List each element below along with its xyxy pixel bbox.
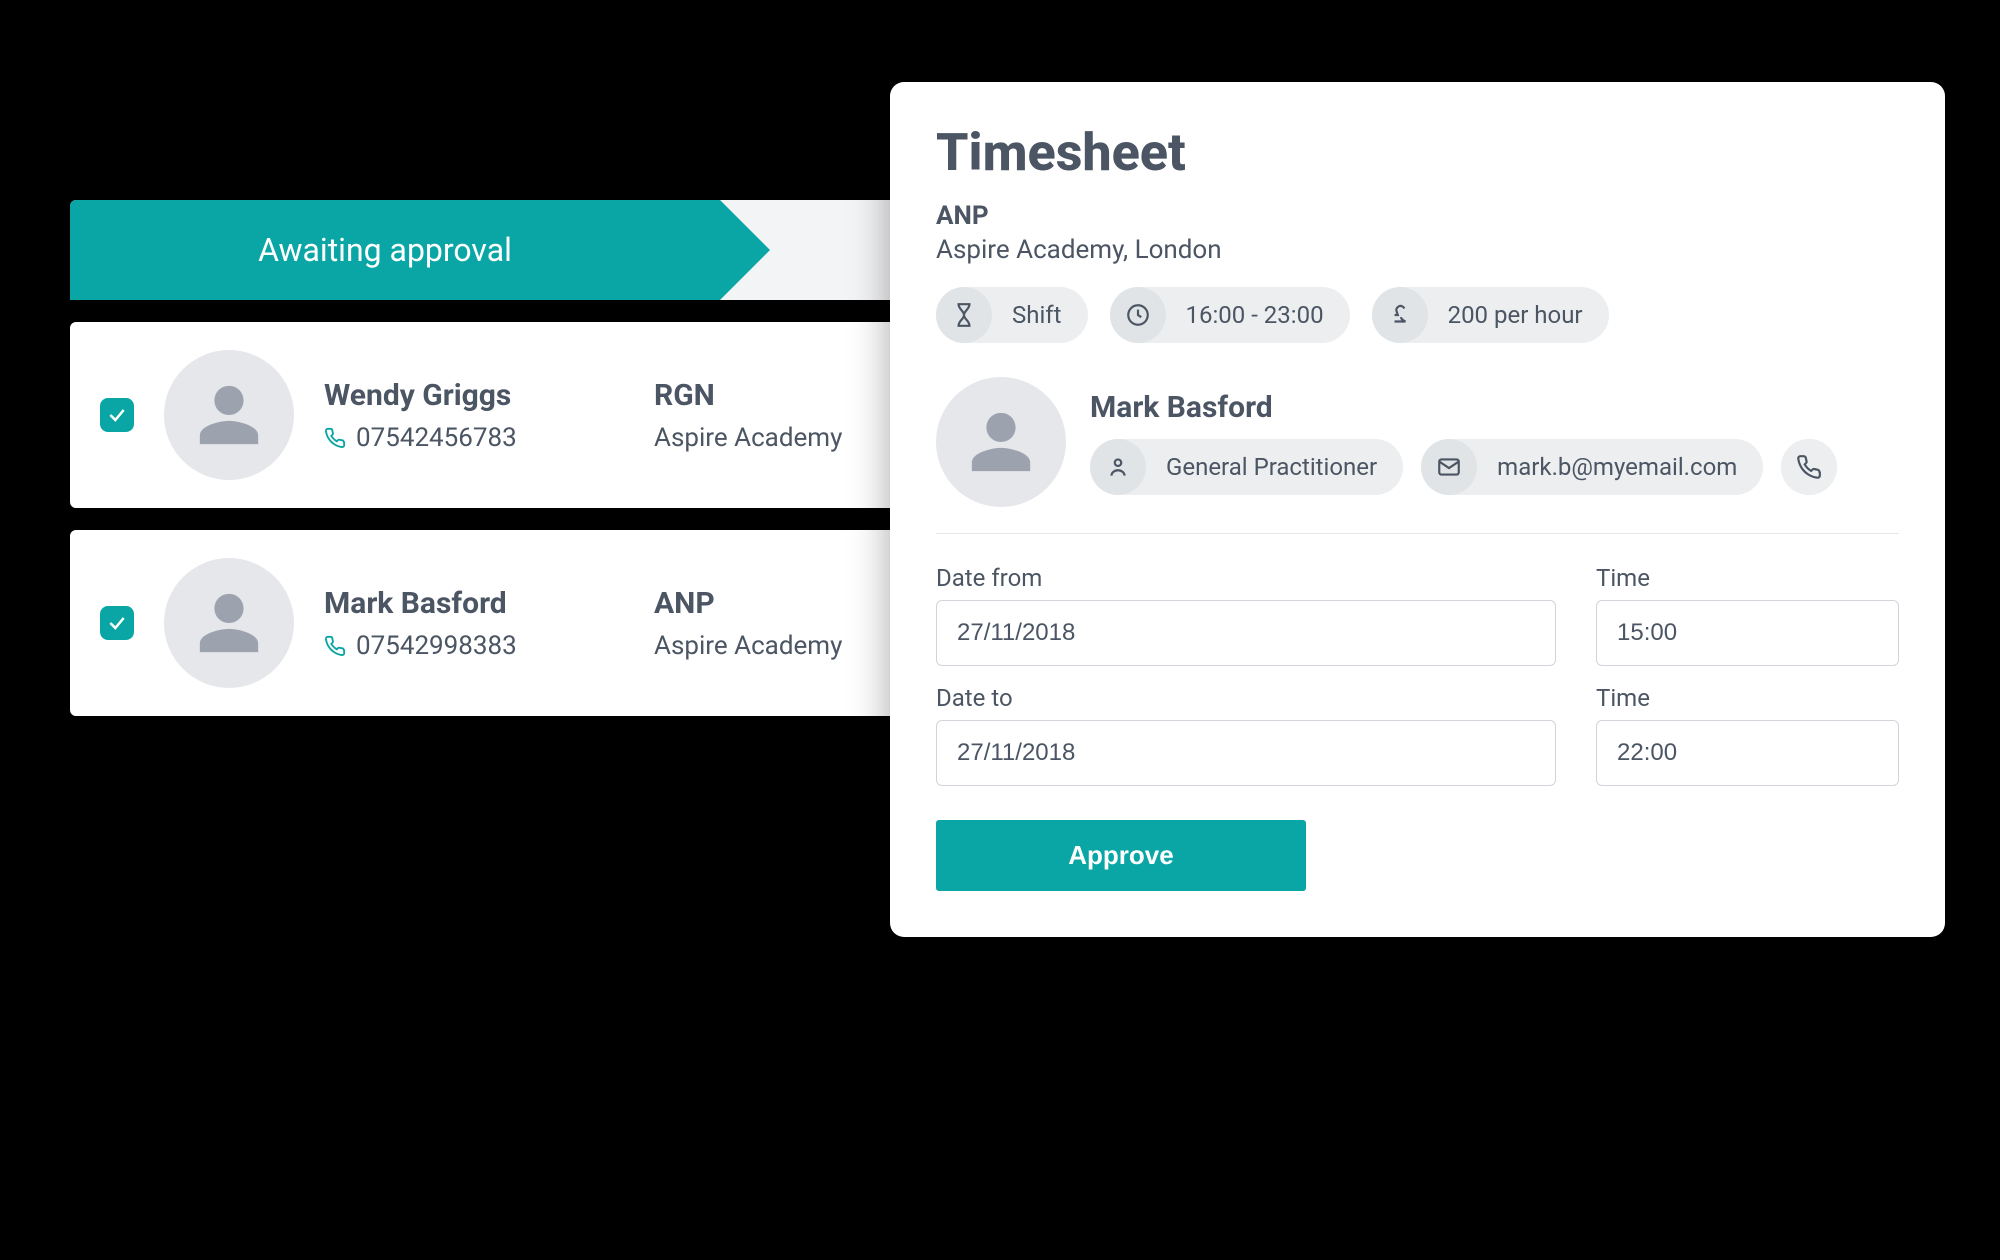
time-to-input[interactable] bbox=[1596, 720, 1899, 786]
worker-email: mark.b@myemail.com bbox=[1479, 453, 1763, 481]
avatar bbox=[164, 558, 294, 688]
job-location: Aspire Academy, London bbox=[936, 235, 1899, 265]
person-icon bbox=[966, 407, 1036, 477]
checkbox[interactable] bbox=[100, 606, 134, 640]
time-to-label: Time bbox=[1596, 684, 1899, 712]
timesheet-detail-panel: Timesheet ANP Aspire Academy, London Shi… bbox=[890, 82, 1945, 937]
person-phone: 07542456783 bbox=[356, 423, 517, 453]
pound-icon bbox=[1372, 287, 1428, 343]
status-tab-label: Awaiting approval bbox=[258, 231, 512, 269]
worker-phone-pill[interactable] bbox=[1781, 439, 1837, 495]
person-location: Aspire Academy bbox=[654, 423, 904, 453]
clock-icon bbox=[1110, 287, 1166, 343]
time-from-label: Time bbox=[1596, 564, 1899, 592]
time-from-input[interactable] bbox=[1596, 600, 1899, 666]
check-icon bbox=[107, 613, 127, 633]
checkbox[interactable] bbox=[100, 398, 134, 432]
phone-icon bbox=[324, 427, 346, 449]
avatar bbox=[164, 350, 294, 480]
hourglass-icon bbox=[936, 287, 992, 343]
worker-role-pill: General Practitioner bbox=[1090, 439, 1403, 495]
job-title: ANP bbox=[936, 201, 1899, 231]
person-phone: 07542998383 bbox=[356, 631, 517, 661]
person-icon bbox=[194, 588, 264, 658]
worker-name: Mark Basford bbox=[1090, 390, 1899, 425]
shift-pill: Shift bbox=[936, 287, 1088, 343]
date-from-input[interactable] bbox=[936, 600, 1556, 666]
person-name: Wendy Griggs bbox=[324, 378, 624, 413]
status-tab-awaiting-approval[interactable]: Awaiting approval bbox=[70, 200, 720, 300]
time-range-pill: 16:00 - 23:00 bbox=[1110, 287, 1350, 343]
time-range: 16:00 - 23:00 bbox=[1168, 301, 1350, 329]
person-name: Mark Basford bbox=[324, 586, 624, 621]
rate: 200 per hour bbox=[1430, 301, 1609, 329]
shift-label: Shift bbox=[994, 301, 1088, 329]
person-role: RGN bbox=[654, 378, 904, 413]
date-to-input[interactable] bbox=[936, 720, 1556, 786]
worker-email-pill[interactable]: mark.b@myemail.com bbox=[1421, 439, 1763, 495]
worker-role: General Practitioner bbox=[1148, 453, 1403, 481]
mail-icon bbox=[1421, 439, 1477, 495]
user-badge-icon bbox=[1090, 439, 1146, 495]
worker-block: Mark Basford General Practitioner mark.b… bbox=[936, 377, 1899, 534]
page-title: Timesheet bbox=[936, 122, 1899, 183]
person-location: Aspire Academy bbox=[654, 631, 904, 661]
date-from-label: Date from bbox=[936, 564, 1556, 592]
person-icon bbox=[194, 380, 264, 450]
phone-icon bbox=[1781, 439, 1837, 495]
avatar bbox=[936, 377, 1066, 507]
phone-icon bbox=[324, 635, 346, 657]
rate-pill: 200 per hour bbox=[1372, 287, 1609, 343]
date-to-label: Date to bbox=[936, 684, 1556, 712]
approve-button[interactable]: Approve bbox=[936, 820, 1306, 891]
timesheet-form: Date from Time Date to Time bbox=[936, 564, 1899, 786]
person-role: ANP bbox=[654, 586, 904, 621]
check-icon bbox=[107, 405, 127, 425]
job-pills: Shift 16:00 - 23:00 200 per hour bbox=[936, 287, 1899, 343]
